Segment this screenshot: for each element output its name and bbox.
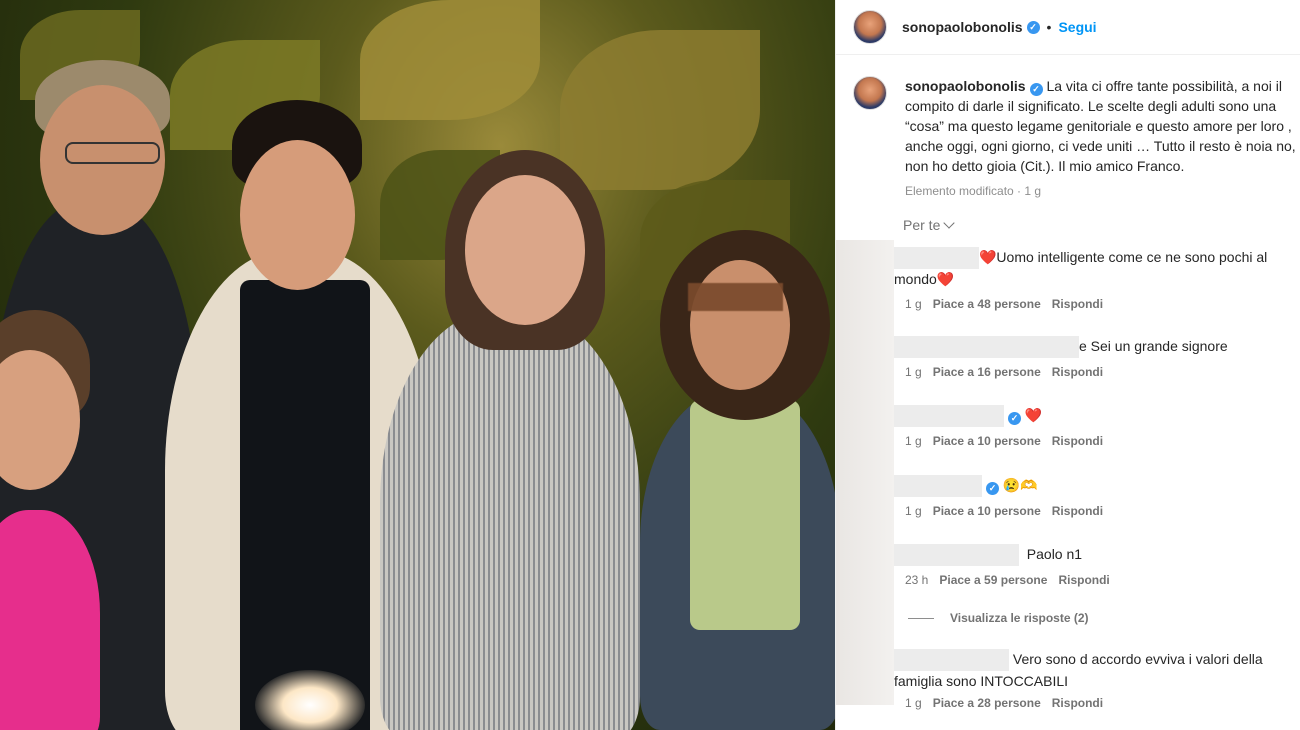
view-replies-button[interactable]: Visualizza le risposte (2): [908, 611, 1089, 625]
comment-likes[interactable]: Piace a 16 persone: [933, 365, 1041, 379]
comment-likes[interactable]: Piace a 59 persone: [939, 573, 1047, 587]
blurred-username: [894, 405, 1004, 428]
reply-button[interactable]: Rispondi: [1052, 434, 1103, 448]
follow-button[interactable]: Segui: [1058, 19, 1096, 35]
caption-username[interactable]: sonopaolobonolis: [905, 78, 1026, 94]
chevron-down-icon: [943, 217, 956, 229]
replies-divider-line: [908, 617, 934, 619]
face: [690, 260, 790, 390]
comment-item: ✓ 😢🫶 1 g Piace a 10 persone Rispondi: [894, 475, 1299, 518]
shirt: [240, 280, 370, 730]
sort-label: Per te: [903, 217, 941, 233]
reply-button[interactable]: Rispondi: [1052, 365, 1103, 379]
comment-text: 😢🫶: [1002, 477, 1038, 493]
verified-badge-icon: ✓: [1008, 412, 1021, 425]
comment-item: ❤️Uomo intelligente come ce ne sono poch…: [894, 247, 1299, 311]
post-header: sonopaolobonolis ✓ • Segui: [836, 0, 1300, 55]
post-side-panel: sonopaolobonolis ✓ • Segui sonopaolobono…: [835, 0, 1300, 730]
comment-item: Paolo n1 23 h Piace a 59 persone Rispondi: [894, 544, 1299, 587]
foliage: [360, 0, 540, 120]
comment-time: 1 g: [905, 297, 922, 312]
avatar[interactable]: [853, 10, 887, 44]
comment-text: ❤️: [1024, 407, 1043, 423]
comment-time: 1 g: [905, 696, 922, 711]
caption-avatar[interactable]: [853, 76, 887, 110]
blurred-username: [894, 247, 979, 270]
blurred-username: [894, 544, 1019, 567]
face: [240, 140, 355, 290]
foliage: [560, 30, 760, 190]
comment-time: 1 g: [905, 434, 922, 449]
comment-time: 1 g: [905, 504, 922, 519]
person-woman: [380, 310, 640, 730]
verified-badge-icon: ✓: [1026, 20, 1040, 34]
blurred-username: [894, 475, 982, 498]
comment-item: ✓ ❤️ 1 g Piace a 10 persone Rispondi: [894, 405, 1299, 448]
comment-time: 23 h: [905, 573, 929, 588]
blurred-username: [894, 649, 1009, 672]
verified-badge-icon: ✓: [986, 482, 999, 495]
separator-dot: •: [1046, 19, 1052, 35]
comment-time: 1 g: [905, 365, 922, 380]
face: [465, 175, 585, 325]
comment-likes[interactable]: Piace a 10 persone: [933, 504, 1041, 518]
reply-button[interactable]: Rispondi: [1058, 573, 1109, 587]
reply-button[interactable]: Rispondi: [1052, 696, 1103, 710]
glasses-icon: [65, 142, 160, 164]
reply-button[interactable]: Rispondi: [1052, 504, 1103, 518]
post-caption: sonopaolobonolis ✓ La vita ci offre tante…: [853, 76, 1298, 201]
reply-button[interactable]: Rispondi: [1052, 297, 1103, 311]
comment-sort-dropdown[interactable]: Per te: [903, 217, 956, 233]
post-photo[interactable]: [0, 0, 835, 730]
caption-meta: Elemento modificato · 1 g: [905, 184, 1042, 198]
comment-item: e Sei un grande signore 1 g Piace a 16 pe…: [894, 336, 1299, 379]
comment-likes[interactable]: Piace a 48 persone: [933, 297, 1041, 311]
blurred-username: [894, 336, 1079, 359]
comment-likes[interactable]: Piace a 10 persone: [933, 434, 1041, 448]
comment-text: Paolo n1: [1026, 546, 1083, 562]
blurred-avatar-strip: [836, 240, 894, 705]
verified-badge-icon: ✓: [1029, 83, 1043, 96]
comment-item: Vero sono d accordo evviva i valori dell…: [894, 649, 1299, 710]
comment-text: e Sei un grande signore: [1079, 338, 1228, 354]
face-blur-bar: [688, 283, 783, 311]
view-replies-label: Visualizza le risposte (2): [950, 611, 1089, 625]
comment-likes[interactable]: Piace a 28 persone: [933, 696, 1041, 710]
shirt: [690, 400, 800, 630]
header-username[interactable]: sonopaolobonolis: [902, 19, 1023, 35]
